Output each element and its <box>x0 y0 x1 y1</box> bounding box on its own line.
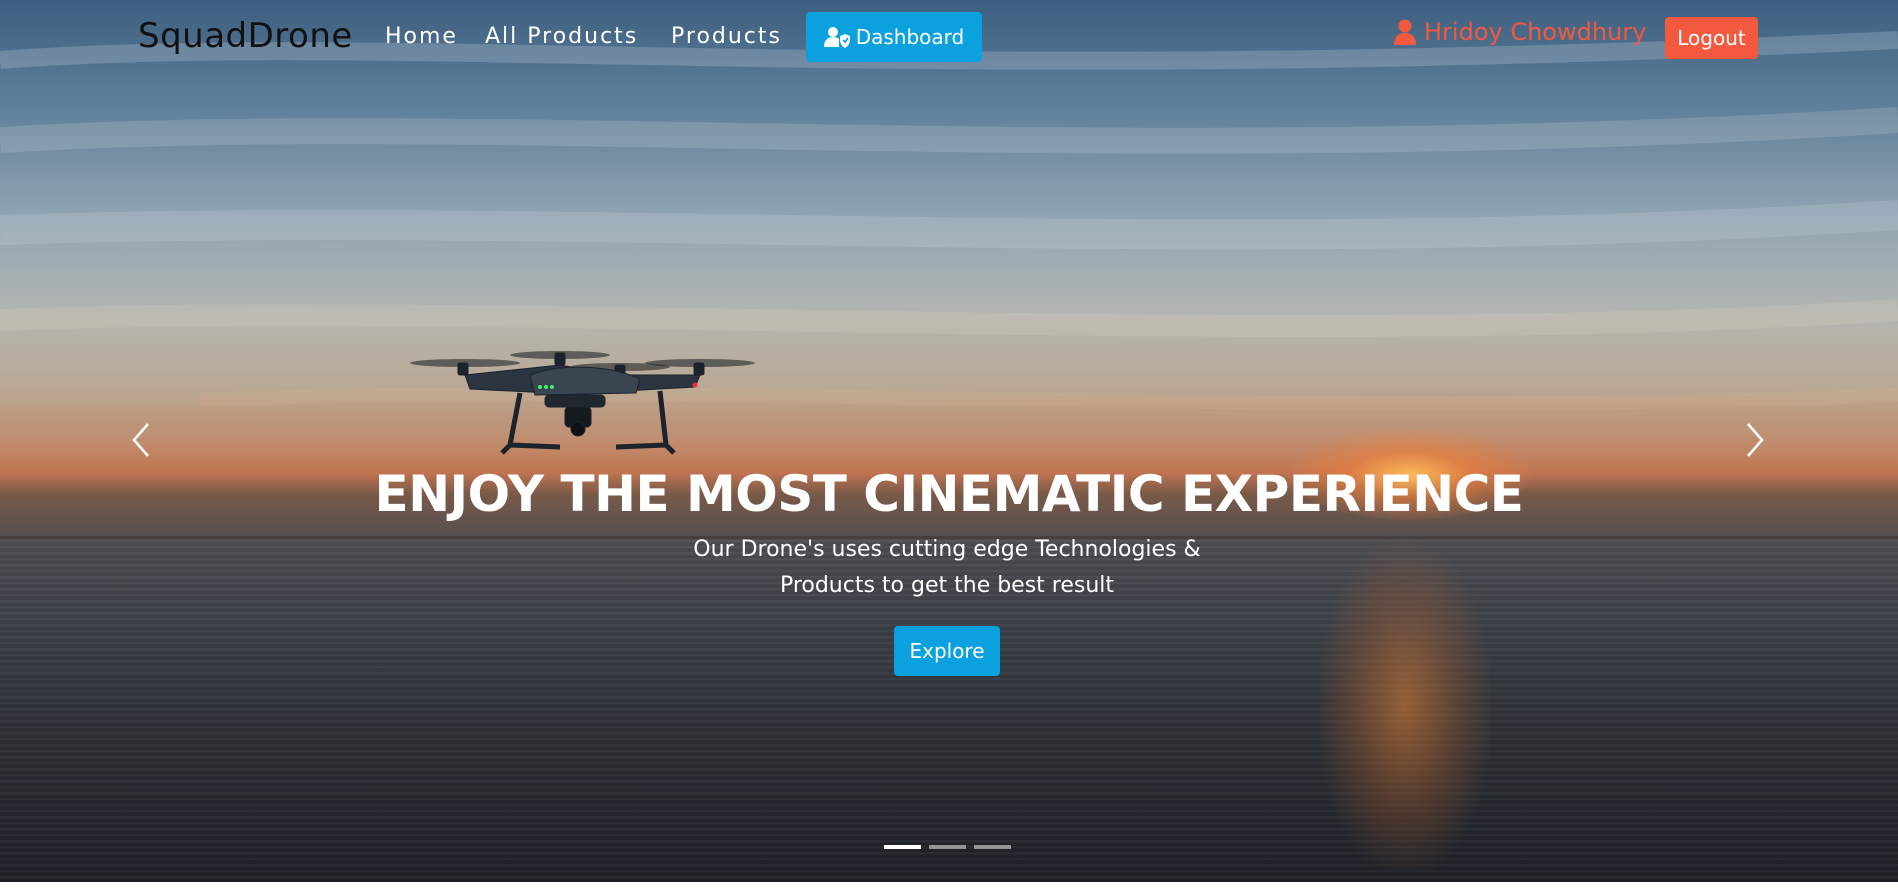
sun-reflection <box>1320 540 1490 870</box>
logout-button[interactable]: Logout <box>1665 17 1758 59</box>
nav-all-products[interactable]: All Products <box>485 24 638 49</box>
user-shield-icon <box>823 27 850 48</box>
nav-home[interactable]: Home <box>385 24 458 49</box>
chevron-right-icon[interactable] <box>1742 420 1768 460</box>
hero-carousel: ENJOY THE MOST CINEMATIC EXPERIENCE Our … <box>0 0 1898 882</box>
hero-text: Our Drone's uses cutting edge Technologi… <box>693 537 1201 598</box>
explore-button[interactable]: Explore <box>894 626 1000 676</box>
drone-image <box>410 351 755 455</box>
carousel-indicator-1[interactable] <box>884 845 921 849</box>
carousel-indicators <box>884 845 1011 849</box>
nav-products[interactable]: Products <box>671 24 782 49</box>
chevron-left-icon[interactable] <box>128 420 154 460</box>
hero-title: ENJOY THE MOST CINEMATIC EXPERIENCE <box>374 465 1524 523</box>
user-profile[interactable]: Hridoy Chowdhury <box>1394 18 1646 46</box>
user-icon <box>1394 19 1416 45</box>
user-name: Hridoy Chowdhury <box>1424 18 1647 46</box>
dashboard-label: Dashboard <box>855 25 965 49</box>
carousel-indicator-2[interactable] <box>929 845 966 849</box>
brand-logo[interactable]: SquadDrone <box>138 16 353 56</box>
navbar: SquadDrone Home All Products Products Da… <box>0 0 1898 76</box>
carousel-indicator-3[interactable] <box>974 845 1011 849</box>
dashboard-button[interactable]: Dashboard <box>806 12 982 62</box>
